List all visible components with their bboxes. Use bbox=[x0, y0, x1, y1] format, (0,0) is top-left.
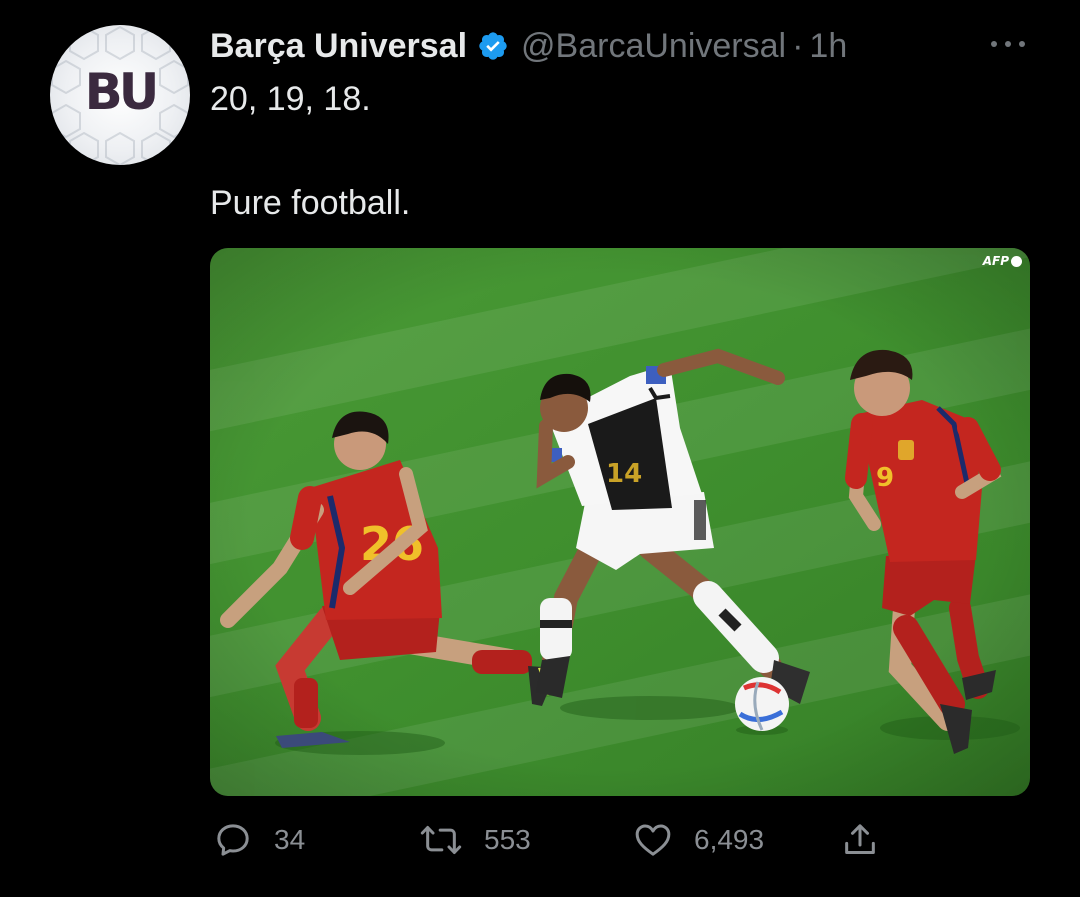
share-upload-icon bbox=[845, 824, 875, 854]
watermark-text: AFP bbox=[982, 254, 1009, 268]
header-separator: · bbox=[792, 26, 804, 65]
tweet-header: Barça Universal @BarcaUniversal · 1h bbox=[210, 24, 847, 68]
photo-of-football-match: 26 14 9 bbox=[210, 248, 1030, 796]
tweet-timestamp[interactable]: 1h bbox=[809, 27, 847, 66]
svg-text:9: 9 bbox=[876, 463, 894, 493]
afp-watermark: AFP bbox=[983, 254, 1022, 268]
more-dots-icon[interactable] bbox=[986, 34, 1030, 54]
reply-button[interactable]: 34 bbox=[212, 818, 305, 862]
tweet-text-line-1: 20, 19, 18. bbox=[210, 80, 371, 118]
tweet-actions: 34 553 6,493 bbox=[0, 818, 1080, 862]
retweet-count: 553 bbox=[484, 824, 531, 855]
like-count: 6,493 bbox=[694, 824, 765, 855]
verified-badge-icon bbox=[479, 32, 507, 60]
author-display-name[interactable]: Barça Universal bbox=[210, 27, 467, 66]
tweet-media-image[interactable]: 26 14 9 AFP bbox=[210, 248, 1030, 796]
reply-bubble-icon bbox=[217, 824, 249, 856]
football bbox=[735, 677, 789, 731]
author-avatar[interactable]: BU bbox=[50, 25, 190, 165]
watermark-dot bbox=[1011, 255, 1022, 267]
share-button[interactable] bbox=[840, 818, 880, 862]
avatar-logo-text: BU bbox=[84, 63, 160, 121]
author-handle[interactable]: @BarcaUniversal bbox=[521, 27, 786, 66]
like-button[interactable]: 6,493 bbox=[632, 818, 764, 862]
retweet-button[interactable]: 553 bbox=[418, 818, 531, 862]
tweet-text-line-2: Pure football. bbox=[210, 184, 411, 222]
svg-text:14: 14 bbox=[606, 459, 642, 489]
retweet-arrows-icon bbox=[420, 826, 462, 854]
heart-icon bbox=[635, 824, 671, 856]
tweet[interactable]: BU Barça Universal @BarcaUniversal · 1h … bbox=[0, 0, 1080, 897]
reply-count: 34 bbox=[274, 824, 306, 855]
